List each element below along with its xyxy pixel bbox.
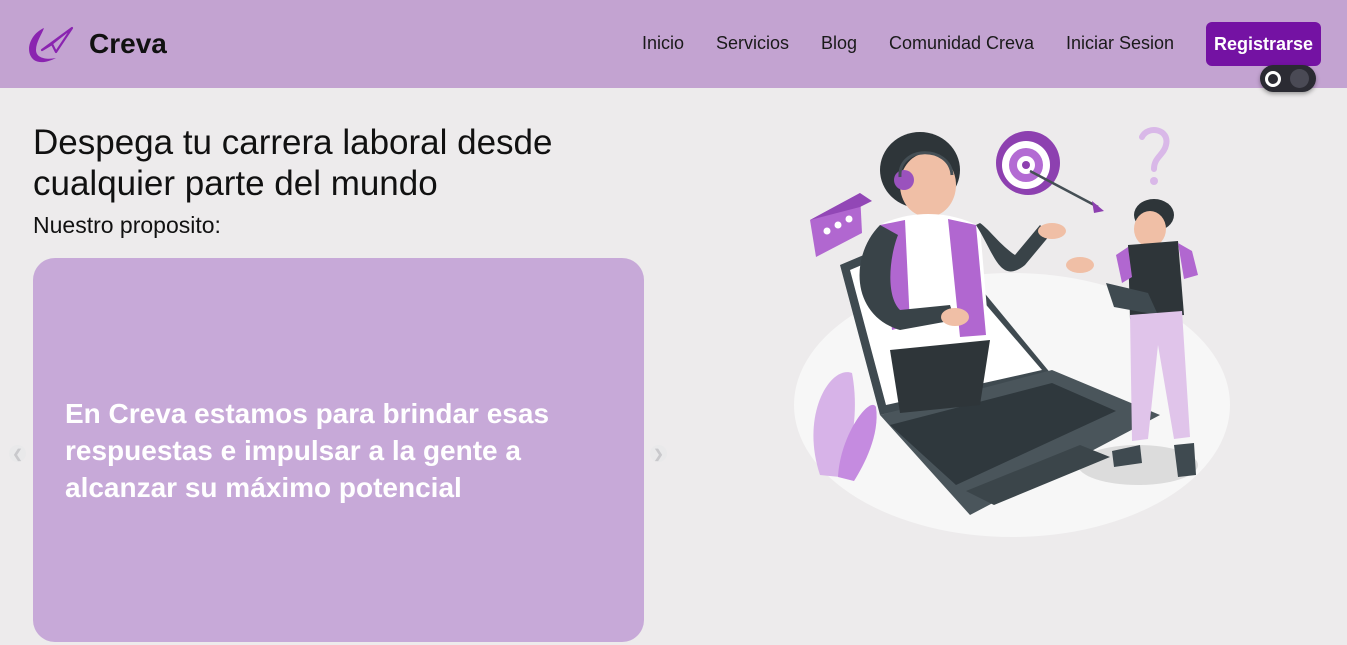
chevron-right-icon: ❯ [653, 446, 664, 461]
register-button[interactable]: Registrarse [1206, 22, 1321, 66]
carousel-prev-button[interactable]: ❮ [9, 445, 26, 462]
chat-bubble-icon [810, 193, 872, 257]
hero-title: Despega tu carrera laboral desde cualqui… [33, 123, 553, 203]
carousel-slide-text: En Creva estamos para brindar esas respu… [65, 398, 550, 503]
carousel-slide: En Creva estamos para brindar esas respu… [33, 258, 644, 642]
nav-link-inicio[interactable]: Inicio [642, 33, 684, 54]
toggle-knob [1290, 69, 1309, 88]
nav-link-iniciar-sesion[interactable]: Iniciar Sesion [1066, 33, 1174, 54]
nav-links: Inicio Servicios Blog Comunidad Creva In… [0, 33, 1347, 55]
question-mark-icon [1139, 127, 1170, 185]
chevron-left-icon: ❮ [12, 446, 23, 461]
target-icon [996, 131, 1104, 213]
carousel-next-button[interactable]: ❯ [650, 445, 667, 462]
nav-link-servicios[interactable]: Servicios [716, 33, 789, 54]
navbar: Creva Inicio Servicios Blog Comunidad Cr… [0, 0, 1347, 88]
nav-link-blog[interactable]: Blog [821, 33, 857, 54]
hero-illustration [794, 127, 1230, 537]
nav-link-comunidad[interactable]: Comunidad Creva [889, 33, 1034, 54]
toggle-ring-icon [1265, 71, 1281, 87]
theme-toggle[interactable] [1260, 65, 1316, 92]
hero-subtitle: Nuestro proposito: [33, 212, 221, 238]
